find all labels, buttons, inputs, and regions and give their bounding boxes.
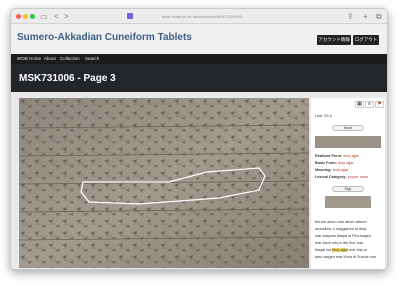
transliteration-line: tabu-isagen mar Kinia ib Zuzubi mar (315, 255, 376, 259)
flag-icon[interactable]: ⚑ (375, 101, 384, 108)
line-info: Line: 29-4 (315, 114, 332, 118)
new-tab-icon[interactable]: + (363, 11, 368, 22)
maximize-window-button[interactable] (30, 14, 35, 19)
sign-crop-thumbnail (325, 196, 371, 208)
transliteration-line: ferram anum ana abum akkum (315, 220, 367, 224)
sidebar-toggle-icon[interactable]: ▭ (40, 11, 48, 22)
close-window-button[interactable] (16, 14, 21, 19)
transliteration-line: anaddum; u naggaiuhu la ibuḫ- (315, 227, 368, 231)
grid-view-icon[interactable]: ▦ (355, 101, 364, 108)
back-icon[interactable]: < (54, 11, 59, 22)
tablet-image-viewer[interactable] (19, 98, 309, 268)
nav-item-collection[interactable]: Collection (60, 54, 80, 64)
transliteration-line: mar Abuli nilo-in ittu ibur mar (315, 241, 364, 245)
annotation-panel: ▦ ≡ ⚑ Line: 29-4 Word Realized Form: ibu… (311, 98, 385, 269)
transliteration-text: ibaqal ina (315, 248, 332, 252)
cuneiform-tablet-image (19, 98, 309, 268)
lexical-category-label: Lexical Category: (315, 175, 347, 179)
word-crop-thumbnail (315, 136, 381, 148)
tab-overview-icon[interactable]: ⧉ (376, 11, 382, 22)
address-bar[interactable]: etcsl.orinst.ox.ac.uk/cuneiform/MSK73100… (137, 12, 267, 21)
basic-form-label: Basic Form: (315, 161, 337, 165)
site-title[interactable]: Sumero-Akkadian Cuneiform Tablets (17, 32, 192, 43)
browser-window: ▭ < > etcsl.orinst.ox.ac.uk/cuneiform/MS… (10, 8, 388, 270)
basic-form-value[interactable]: ibuḫ-ajjar (338, 161, 354, 165)
logout-button[interactable]: ログアウト (353, 35, 379, 45)
list-view-icon[interactable]: ≡ (365, 101, 374, 108)
nav-item-about[interactable]: About (44, 54, 56, 64)
word-navigator[interactable]: Word (332, 125, 364, 131)
transliteration-text: mar ibia-ur (349, 248, 368, 252)
transliteration-line: mar kaspam ibaqal la Pitu-isagen (315, 234, 372, 238)
main-nav: WOB Home About Collection Search (11, 54, 387, 64)
realized-form-value[interactable]: ibuḫ-ajjar (343, 154, 359, 158)
main-content: ▦ ≡ ⚑ Line: 29-4 Word Realized Form: ibu… (11, 92, 387, 269)
highlighted-word[interactable]: ibuḫ-ajjar (332, 248, 348, 252)
minimize-window-button[interactable] (23, 14, 28, 19)
meaning-value[interactable]: ibuḫ-ajjar (333, 168, 349, 172)
browser-toolbar: ▭ < > etcsl.orinst.ox.ac.uk/cuneiform/MS… (11, 9, 387, 24)
share-icon[interactable]: ⇪ (347, 11, 354, 22)
nav-item-wob-home[interactable]: WOB Home (17, 54, 41, 64)
sign-navigator[interactable]: Sign (332, 186, 364, 192)
realized-form-label: Realized Form: (315, 154, 343, 158)
lexical-category-value[interactable]: proper noun (348, 175, 368, 179)
page-title-band: MSK731006 - Page 3 (11, 64, 387, 92)
site-header: Sumero-Akkadian Cuneiform Tablets アカウント情… (11, 24, 387, 54)
page-title: MSK731006 - Page 3 (19, 73, 116, 84)
site-favicon-icon (127, 13, 133, 19)
account-button[interactable]: アカウント情報 (317, 35, 351, 45)
forward-icon[interactable]: > (64, 11, 69, 22)
nav-item-search[interactable]: Search (85, 54, 99, 64)
meaning-label: Meaning: (315, 168, 332, 172)
